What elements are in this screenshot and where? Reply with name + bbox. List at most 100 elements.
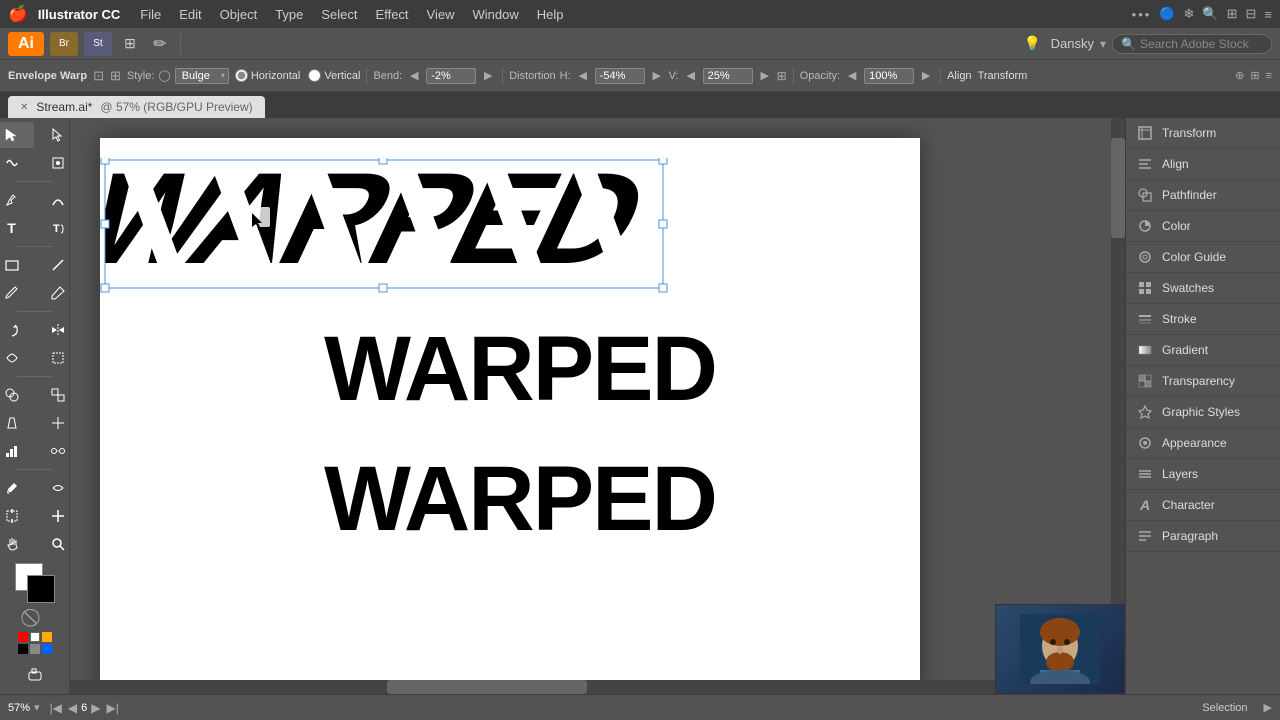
bend-value-field[interactable]: -2% [426,68,476,84]
bend-arrow-left[interactable]: ◀ [406,68,422,84]
align-button[interactable]: Align [947,70,971,82]
free-transform-tool[interactable] [36,150,71,176]
red-swatch[interactable] [18,632,28,642]
nav-first[interactable]: |◀ [48,701,64,715]
shape-builder[interactable] [0,382,34,408]
window-icon[interactable]: ⊞ [1227,6,1238,22]
pen-tool[interactable] [0,187,34,213]
paint-brush[interactable] [0,280,34,306]
stock-icon[interactable]: St [84,32,112,56]
v-value-field[interactable]: 25% [703,68,753,84]
extra-opt1[interactable]: ⊕ [1235,69,1244,82]
v-arrow-right[interactable]: ▶ [757,68,773,84]
pen-icon[interactable]: ✏ [148,32,172,56]
zoom-tool[interactable] [36,531,71,557]
slice-tool[interactable] [36,503,71,529]
menu-effect[interactable]: Effect [368,5,417,24]
menu-type[interactable]: Type [267,5,311,24]
curvature-tool[interactable] [36,187,71,213]
blend-tool[interactable] [36,475,71,501]
nav-prev[interactable]: ◀ [66,701,79,715]
black-swatch[interactable] [18,644,28,654]
panel-graphic-styles[interactable]: Graphic Styles [1126,397,1280,428]
menu-file[interactable]: File [132,5,169,24]
rect-tool[interactable] [0,252,34,278]
menu-edit[interactable]: Edit [171,5,209,24]
fg-bg-colors[interactable] [15,563,55,603]
transform-button[interactable]: Transform [978,70,1028,82]
h-arrow-left[interactable]: ◀ [575,68,591,84]
skype-icon[interactable]: 🔵 [1159,6,1175,22]
extra-opt2[interactable]: ⊞ [1250,69,1259,82]
direct-selection-tool[interactable] [36,122,71,148]
menu-window[interactable]: Window [465,5,527,24]
free-transform2[interactable] [36,345,71,371]
bg-color[interactable] [27,575,55,603]
panel-character[interactable]: A Character [1126,490,1280,521]
stock-search[interactable]: 🔍 Search Adobe Stock [1112,34,1272,54]
nav-next[interactable]: ▶ [89,701,102,715]
h-arrow-right[interactable]: ▶ [649,68,665,84]
menu-extra-icon[interactable]: ≡ [1264,7,1272,22]
perspective-tool[interactable] [0,410,34,436]
hand-tool[interactable] [0,531,34,557]
vertical-radio[interactable]: Vertical [308,69,360,82]
selection-tool[interactable] [0,122,34,148]
panel-transparency[interactable]: Transparency [1126,366,1280,397]
live-paint[interactable] [36,382,71,408]
bridge-icon[interactable]: Br [50,32,78,56]
panel-swatches[interactable]: Swatches [1126,273,1280,304]
extra-icon[interactable]: ❄ [1184,6,1195,22]
panel-color-guide[interactable]: Color Guide [1126,242,1280,273]
blue-swatch[interactable] [42,644,52,654]
extra-opt3[interactable]: ≡ [1266,70,1272,82]
horizontal-scrollbar[interactable] [70,680,1125,694]
zoom-dropdown-btn[interactable]: ▾ [34,701,40,714]
pencil-tool[interactable] [36,280,71,306]
search-icon[interactable]: 🔍 [1202,6,1218,22]
reflect-tool[interactable] [36,317,71,343]
style-dropdown[interactable]: Bulge ▾ [175,68,229,84]
opacity-arrow-left[interactable]: ◀ [844,68,860,84]
rotate-tool[interactable] [0,317,34,343]
canvas-area[interactable]: WARPED [70,118,1125,694]
panel-align[interactable]: Align [1126,149,1280,180]
panel-color[interactable]: Color [1126,211,1280,242]
panel-gradient[interactable]: Gradient [1126,335,1280,366]
type-2-tool[interactable]: T [36,215,71,241]
white-swatch[interactable] [30,632,40,642]
panel-paragraph[interactable]: Paragraph [1126,521,1280,552]
artboard-tool[interactable] [0,503,34,529]
horizontal-radio[interactable]: Horizontal [235,69,301,82]
workspace-icon[interactable]: ⊞ [118,32,142,56]
opacity-arrow-right[interactable]: ▶ [918,68,934,84]
warp-tool[interactable] [0,150,34,176]
orange-swatch[interactable] [42,632,52,642]
width-tool[interactable] [0,345,34,371]
eyedropper-tool[interactable] [0,475,34,501]
warped-text-container[interactable]: WARPED [100,158,680,288]
line-tool[interactable] [36,252,71,278]
menu-view[interactable]: View [419,5,463,24]
close-tab-btn[interactable]: ✕ [20,102,28,113]
gray-swatch[interactable] [30,644,40,654]
panel-transform[interactable]: Transform [1126,118,1280,149]
nav-last[interactable]: ▶| [105,701,121,715]
username-dropdown[interactable]: ▾ [1100,37,1106,51]
panel-stroke[interactable]: Stroke [1126,304,1280,335]
notification-icon[interactable]: 💡 [1021,32,1045,56]
h-value-field[interactable]: -54% [595,68,645,84]
file-tab[interactable]: ✕ Stream.ai* @ 57% (RGB/GPU Preview) [8,96,265,118]
opacity-value-field[interactable]: 100% [864,68,914,84]
panel-pathfinder[interactable]: Pathfinder [1126,180,1280,211]
panel-appearance[interactable]: Appearance [1126,428,1280,459]
warp-icon2[interactable]: ⊞ [110,68,121,84]
panel-layers[interactable]: Layers [1126,459,1280,490]
panels-icon[interactable]: ⊟ [1246,6,1257,22]
blend-tool2[interactable] [36,438,71,464]
warp-icon1[interactable]: ⊡ [93,68,104,84]
menu-object[interactable]: Object [212,5,266,24]
v-arrow-left[interactable]: ◀ [683,68,699,84]
menu-help[interactable]: Help [529,5,572,24]
menu-select[interactable]: Select [313,5,365,24]
